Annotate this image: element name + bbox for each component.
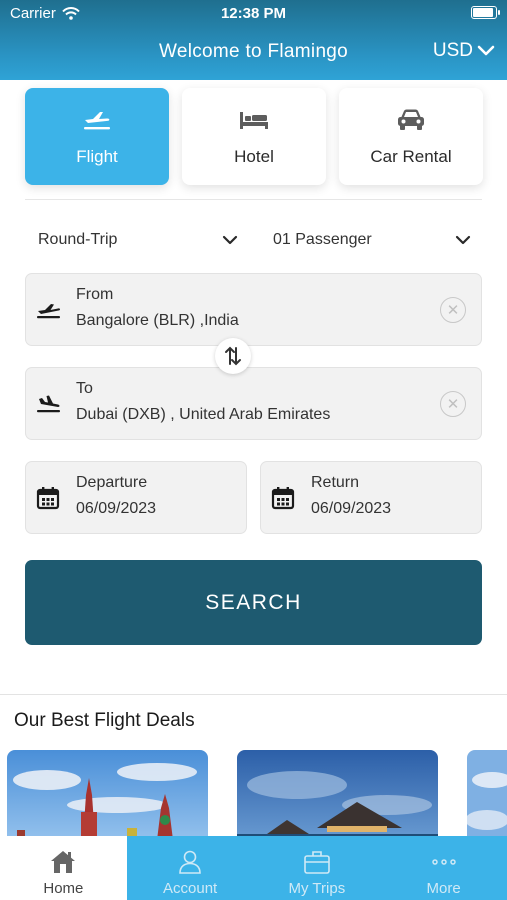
tab-label: Hotel [234,146,274,166]
return-label: Return [311,474,360,491]
departure-label: Departure [76,474,148,491]
chevron-down-icon [477,45,495,56]
deal-image [467,750,507,850]
nav-more[interactable]: More [380,836,507,900]
nav-my-trips[interactable]: My Trips [254,836,381,900]
deal-image [7,750,208,850]
nav-label: My Trips [288,880,346,897]
calendar-icon [36,486,60,509]
app-header: Carrier 12:38 PM Welcome to Flamingo USD [0,0,507,80]
departure-value: 06/09/2023 [76,500,157,517]
battery-icon [471,6,500,19]
passenger-value: 01 Passenger [273,231,372,248]
deal-card-partial[interactable] [467,750,507,850]
chevron-down-icon [222,235,238,245]
car-icon [395,107,427,133]
tab-flight[interactable]: Flight [25,88,169,185]
from-field[interactable]: From Bangalore (BLR) ,India ✕ [25,273,482,346]
to-value: Dubai (DXB) , United Arab Emirates [76,406,331,423]
page-title: Welcome to Flamingo [158,41,349,62]
clear-to-button[interactable]: ✕ [440,390,466,417]
currency-label: USD [432,40,473,61]
divider [0,694,507,695]
departure-field[interactable]: Departure 06/09/2023 [25,461,247,534]
chevron-down-icon [455,235,471,245]
trip-type-value: Round-Trip [38,231,118,248]
from-label: From [76,286,114,303]
divider [25,199,482,200]
nav-label: Account [163,880,218,897]
status-time: 12:38 PM [220,5,287,22]
deal-card-maldives[interactable] [237,750,438,850]
deals-heading: Our Best Flight Deals [14,710,195,731]
tab-label: Car Rental [370,146,452,166]
trip-type-dropdown[interactable]: Round-Trip [38,228,238,252]
calendar-icon [271,486,295,509]
search-button-label: SEARCH [205,590,302,614]
tab-car-rental[interactable]: Car Rental [339,88,483,185]
deal-card-moscow[interactable] [7,750,208,850]
more-icon [431,859,456,865]
briefcase-icon [304,851,330,874]
status-bar: Carrier 12:38 PM [0,0,507,28]
home-icon [51,851,76,873]
deal-image [237,750,438,850]
currency-selector[interactable]: USD [433,40,495,62]
clear-from-button[interactable]: ✕ [440,296,466,323]
from-value: Bangalore (BLR) ,India [76,312,239,329]
to-field[interactable]: To Dubai (DXB) , United Arab Emirates ✕ [25,367,482,440]
passenger-dropdown[interactable]: 01 Passenger [273,228,471,252]
nav-home[interactable]: Home [0,836,127,900]
swap-icon [225,346,241,366]
takeoff-icon [37,303,61,318]
close-icon: ✕ [446,395,460,413]
tab-label: Flight [76,146,118,166]
return-field[interactable]: Return 06/09/2023 [260,461,482,534]
airplane-icon [82,107,112,133]
to-label: To [76,380,93,397]
nav-label: Home [43,880,84,897]
landing-icon [37,395,60,412]
tab-hotel[interactable]: Hotel [182,88,326,185]
user-icon [179,850,201,874]
close-icon: ✕ [446,301,460,319]
nav-label: More [426,880,461,897]
swap-button[interactable] [215,338,251,374]
nav-account[interactable]: Account [127,836,254,900]
return-value: 06/09/2023 [311,500,392,517]
search-button[interactable]: SEARCH [25,560,482,645]
bed-icon [239,107,269,133]
bottom-nav: Home Account My Trips More [0,836,507,900]
